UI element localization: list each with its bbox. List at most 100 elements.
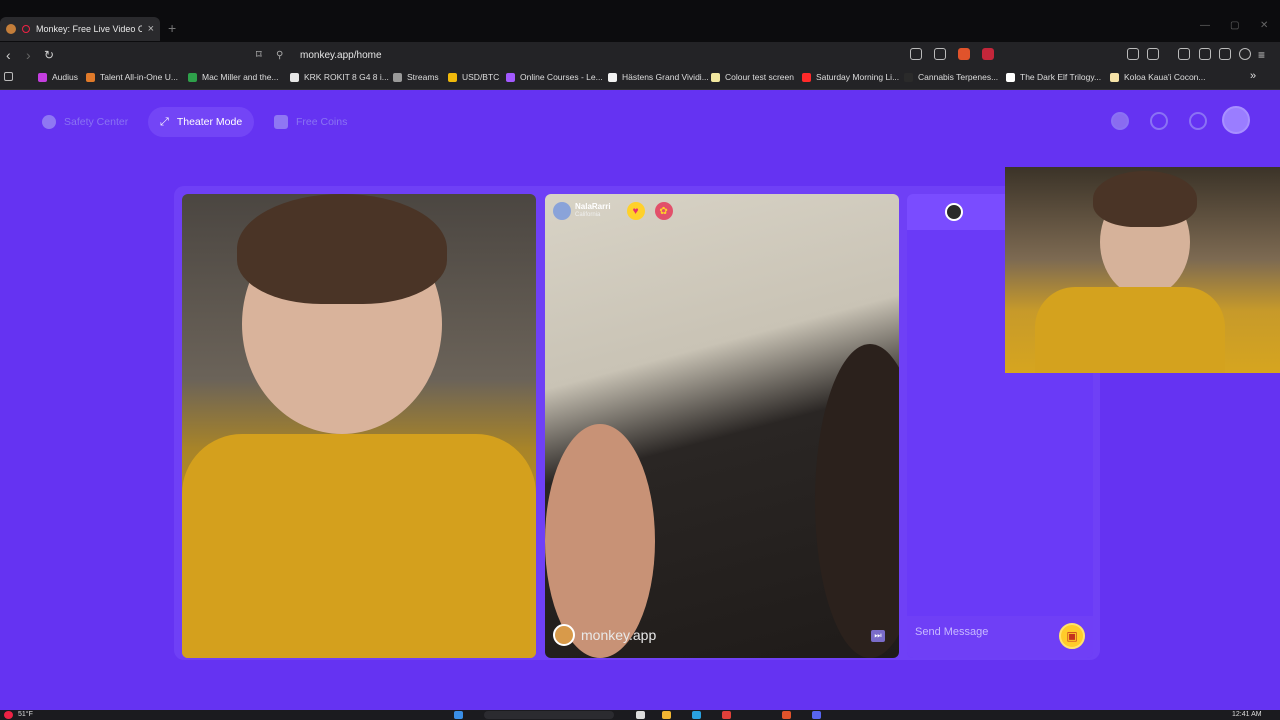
bookmark-favicon-icon: [188, 72, 197, 82]
gift-button[interactable]: ▣: [1059, 623, 1085, 649]
self-shirt: [182, 434, 536, 658]
bookmark-icon[interactable]: ⌑: [256, 47, 262, 63]
bookmark-favicon-icon: [711, 72, 720, 82]
free-coins-link[interactable]: Free Coins: [262, 107, 359, 137]
safety-center-link[interactable]: Safety Center: [30, 107, 140, 137]
browser-toolbar: ‹ › ↻ ⌑ ⚲ monkey.app/home ≡: [0, 42, 1280, 68]
bookmark-item[interactable]: The Dark Elf Trilogy...: [1006, 72, 1101, 82]
bookmark-favicon-icon: [904, 72, 913, 82]
profile-avatar[interactable]: [1222, 106, 1250, 134]
minimize-icon[interactable]: —: [1200, 20, 1210, 31]
history-icon[interactable]: [1150, 112, 1168, 130]
bookmark-favicon-icon: [448, 72, 457, 82]
heart-icon[interactable]: ♥: [626, 202, 645, 220]
gift-icon: ▣: [1066, 629, 1078, 643]
share-icon[interactable]: [934, 48, 946, 60]
app-icon[interactable]: [722, 711, 731, 719]
brave-rewards-icon[interactable]: [982, 48, 994, 60]
back-icon[interactable]: ‹: [6, 47, 11, 63]
bookmark-favicon-icon: [290, 72, 299, 82]
bookmark-item[interactable]: Audius: [38, 72, 78, 82]
extensions-icon[interactable]: [1127, 48, 1139, 60]
monkey-favicon-icon: [6, 24, 16, 34]
bookmark-item[interactable]: KRK ROKIT 8 G4 8 i...: [290, 72, 389, 82]
chat-partner-avatar[interactable]: [945, 203, 963, 221]
task-view-icon[interactable]: [636, 711, 645, 719]
bookmark-item[interactable]: Streams: [393, 72, 439, 82]
window-close-icon[interactable]: ✕: [1260, 20, 1268, 31]
bookmark-favicon-icon: [1006, 72, 1015, 82]
taskbar: 51°F 12:41 AM: [0, 710, 1280, 720]
coin-balance-icon[interactable]: [1111, 112, 1129, 130]
message-input[interactable]: Send Message ▣: [907, 616, 1093, 658]
self-video: [182, 194, 536, 658]
clock-text: 12:41 AM: [1232, 711, 1262, 718]
weather-text: 51°F: [18, 711, 33, 718]
recording-icon: [22, 25, 30, 33]
shield-icon: [42, 115, 56, 129]
message-placeholder: Send Message: [915, 626, 989, 638]
expand-icon: ⤢: [160, 115, 169, 128]
new-tab-button[interactable]: +: [168, 20, 176, 36]
more-bookmarks-button[interactable]: »: [1250, 70, 1256, 82]
monkey-logo-icon: [553, 624, 575, 646]
screen: Monkey: Free Live Video Chat × + — ▢ ✕ ‹…: [0, 0, 1280, 720]
store-icon[interactable]: [692, 711, 701, 719]
bookmark-item[interactable]: Talent All-in-One U...: [86, 72, 178, 82]
gift-badge-icon[interactable]: ✿: [654, 202, 673, 220]
bookmark-item[interactable]: Colour test screen: [711, 72, 794, 82]
brave-taskbar-icon[interactable]: [782, 711, 791, 719]
bookmark-item[interactable]: Saturday Morning Li...: [802, 72, 899, 82]
bookmark-item[interactable]: Koloa Kaua'i Cocon...: [1110, 72, 1205, 82]
maximize-icon[interactable]: ▢: [1230, 20, 1239, 31]
bookmark-favicon-icon: [802, 72, 811, 82]
overlay-hair: [1093, 171, 1197, 227]
media-icon[interactable]: [1147, 48, 1159, 60]
reload-icon[interactable]: ↻: [44, 47, 54, 63]
bookmark-favicon-icon: [393, 72, 402, 82]
forward-icon[interactable]: ›: [26, 47, 31, 63]
vpn-icon[interactable]: [1239, 48, 1251, 60]
partner-avatar: [553, 202, 571, 220]
bookmark-item[interactable]: Mac Miller and the...: [188, 72, 279, 82]
partner-name: NalaRarri: [575, 202, 611, 211]
sidebar-icon[interactable]: [1178, 48, 1190, 60]
partner-face-right: [815, 344, 899, 658]
browser-tab[interactable]: Monkey: Free Live Video Chat ×: [0, 17, 160, 41]
bookmark-item[interactable]: Cannabis Terpenes...: [904, 72, 998, 82]
theater-mode-label: Theater Mode: [176, 116, 243, 128]
bookmark-favicon-icon: [1110, 72, 1119, 82]
brave-shields-icon[interactable]: [958, 48, 970, 60]
apps-icon[interactable]: [4, 72, 13, 81]
watermark-text: monkey.app: [581, 627, 657, 643]
leo-ai-icon[interactable]: [1219, 48, 1231, 60]
wallet-icon[interactable]: [1199, 48, 1211, 60]
bookmark-item[interactable]: Online Courses - Le...: [506, 72, 603, 82]
bookmark-item[interactable]: Hästens Grand Vividi...: [608, 72, 709, 82]
discord-icon[interactable]: [812, 711, 821, 719]
partner-face-left: [545, 424, 655, 658]
weather-icon[interactable]: [4, 711, 13, 719]
address-text: monkey.app/home: [300, 49, 382, 61]
messages-icon[interactable]: [1189, 112, 1207, 130]
file-explorer-icon[interactable]: [662, 711, 671, 719]
tab-strip: Monkey: Free Live Video Chat × + — ▢ ✕: [0, 0, 1280, 42]
search-box[interactable]: [484, 711, 614, 719]
theater-mode-button[interactable]: ⤢ Theater Mode: [148, 107, 255, 137]
tab-close-icon[interactable]: ×: [148, 23, 154, 35]
menu-icon[interactable]: ≡: [1258, 47, 1265, 63]
safety-center-label: Safety Center: [64, 116, 129, 128]
bookmark-favicon-icon: [608, 72, 617, 82]
start-icon[interactable]: [454, 711, 463, 719]
address-bar[interactable]: ⚲ monkey.app/home: [276, 45, 996, 65]
top-nav: Safety Center ⤢ Theater Mode Free Coins: [0, 90, 1280, 154]
coins-icon: [274, 115, 288, 129]
monkey-watermark: monkey.app: [553, 624, 656, 646]
partner-user-chip[interactable]: NalaRarri California ♥ ✿: [553, 202, 673, 220]
partner-video: NalaRarri California ♥ ✿ monkey.app ⏭: [545, 194, 899, 658]
site-info-icon[interactable]: ⚲: [276, 50, 288, 61]
bookmark-item[interactable]: USD/BTC: [448, 72, 499, 82]
bookmarks-bar: Audius Talent All-in-One U... Mac Miller…: [0, 68, 1280, 90]
skip-icon[interactable]: ⏭: [871, 630, 885, 642]
open-external-icon[interactable]: [910, 48, 922, 60]
